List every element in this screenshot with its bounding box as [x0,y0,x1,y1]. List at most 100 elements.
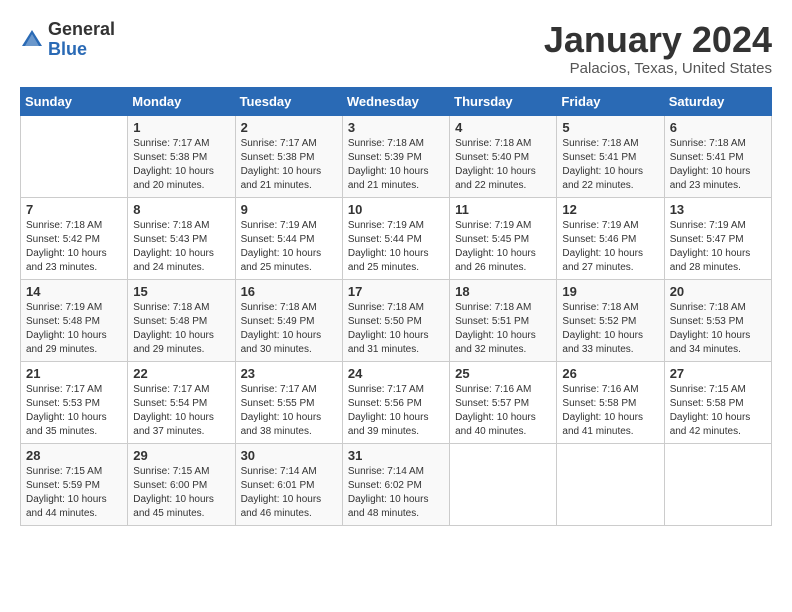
calendar-cell: 11Sunrise: 7:19 AM Sunset: 5:45 PM Dayli… [450,197,557,279]
day-number: 19 [562,284,658,299]
day-info: Sunrise: 7:17 AM Sunset: 5:53 PM Dayligh… [26,383,122,439]
day-info: Sunrise: 7:17 AM Sunset: 5:54 PM Dayligh… [133,383,229,439]
day-info: Sunrise: 7:19 AM Sunset: 5:47 PM Dayligh… [670,219,766,275]
calendar-cell: 10 Sunrise: 7:19 AM Sunset: 5:44 PM Dayli… [342,197,449,279]
calendar-cell: 4Sunrise: 7:18 AM Sunset: 5:40 PM Daylig… [450,115,557,197]
calendar-cell: 13Sunrise: 7:19 AM Sunset: 5:47 PM Dayli… [664,197,771,279]
day-info: Sunrise: 7:19 AM Sunset: 5:44 PM Dayligh… [348,219,444,275]
day-number: 28 [26,448,122,463]
calendar-cell: 12 Sunrise: 7:19 AM Sunset: 5:46 PM Dayli… [557,197,664,279]
calendar-week-row: 28 Sunrise: 7:15 AM Sunset: 5:59 PM Dayli… [21,443,772,525]
day-number: 22 [133,366,229,381]
calendar-cell: 21Sunrise: 7:17 AM Sunset: 5:53 PM Dayli… [21,361,128,443]
logo-general: General [48,19,115,39]
day-number: 27 [670,366,766,381]
weekday-header-monday: Monday [128,87,235,115]
weekday-header-sunday: Sunday [21,87,128,115]
day-info: Sunrise: 7:18 AM Sunset: 5:48 PM Dayligh… [133,301,229,357]
calendar-week-row: 14 Sunrise: 7:19 AM Sunset: 5:48 PM Dayli… [21,279,772,361]
day-number: 6 [670,120,766,135]
weekday-header-wednesday: Wednesday [342,87,449,115]
day-info: Sunrise: 7:18 AM Sunset: 5:52 PM Dayligh… [562,301,658,357]
day-info: Sunrise: 7:17 AM Sunset: 5:56 PM Dayligh… [348,383,444,439]
title-block: January 2024 Palacios, Texas, United Sta… [544,20,772,77]
calendar-subtitle: Palacios, Texas, United States [544,60,772,77]
day-info: Sunrise: 7:19 AM Sunset: 5:45 PM Dayligh… [455,219,551,275]
day-number: 26 [562,366,658,381]
day-number: 2 [241,120,337,135]
day-number: 5 [562,120,658,135]
calendar-cell: 31 Sunrise: 7:14 AM Sunset: 6:02 PM Dayli… [342,443,449,525]
calendar-cell [557,443,664,525]
day-number: 29 [133,448,229,463]
day-info: Sunrise: 7:17 AM Sunset: 5:55 PM Dayligh… [241,383,337,439]
weekday-header-tuesday: Tuesday [235,87,342,115]
day-number: 12 [562,202,658,217]
calendar-cell: 26 Sunrise: 7:16 AM Sunset: 5:58 PM Dayli… [557,361,664,443]
day-info: Sunrise: 7:18 AM Sunset: 5:51 PM Dayligh… [455,301,551,357]
day-info: Sunrise: 7:16 AM Sunset: 5:58 PM Dayligh… [562,383,658,439]
day-info: Sunrise: 7:14 AM Sunset: 6:02 PM Dayligh… [348,465,444,521]
day-info: Sunrise: 7:18 AM Sunset: 5:41 PM Dayligh… [562,137,658,193]
calendar-cell: 5 Sunrise: 7:18 AM Sunset: 5:41 PM Daylig… [557,115,664,197]
day-info: Sunrise: 7:15 AM Sunset: 5:58 PM Dayligh… [670,383,766,439]
calendar-title: January 2024 [544,20,772,60]
day-info: Sunrise: 7:15 AM Sunset: 5:59 PM Dayligh… [26,465,122,521]
page-header: General Blue January 2024 Palacios, Texa… [20,20,772,77]
day-number: 16 [241,284,337,299]
day-info: Sunrise: 7:17 AM Sunset: 5:38 PM Dayligh… [133,137,229,193]
calendar-cell [21,115,128,197]
calendar-week-row: 21Sunrise: 7:17 AM Sunset: 5:53 PM Dayli… [21,361,772,443]
day-number: 8 [133,202,229,217]
calendar-week-row: 1Sunrise: 7:17 AM Sunset: 5:38 PM Daylig… [21,115,772,197]
calendar-cell: 29 Sunrise: 7:15 AM Sunset: 6:00 PM Dayli… [128,443,235,525]
calendar-cell: 2Sunrise: 7:17 AM Sunset: 5:38 PM Daylig… [235,115,342,197]
logo: General Blue [20,20,115,60]
calendar-cell: 23Sunrise: 7:17 AM Sunset: 5:55 PM Dayli… [235,361,342,443]
calendar-cell [450,443,557,525]
calendar-cell: 14 Sunrise: 7:19 AM Sunset: 5:48 PM Dayli… [21,279,128,361]
day-number: 9 [241,202,337,217]
calendar-cell: 17 Sunrise: 7:18 AM Sunset: 5:50 PM Dayli… [342,279,449,361]
calendar-cell: 7Sunrise: 7:18 AM Sunset: 5:42 PM Daylig… [21,197,128,279]
day-info: Sunrise: 7:19 AM Sunset: 5:46 PM Dayligh… [562,219,658,275]
day-info: Sunrise: 7:15 AM Sunset: 6:00 PM Dayligh… [133,465,229,521]
day-number: 17 [348,284,444,299]
day-number: 3 [348,120,444,135]
calendar-cell: 27 Sunrise: 7:15 AM Sunset: 5:58 PM Dayli… [664,361,771,443]
calendar-cell: 19 Sunrise: 7:18 AM Sunset: 5:52 PM Dayli… [557,279,664,361]
calendar-cell: 28 Sunrise: 7:15 AM Sunset: 5:59 PM Dayli… [21,443,128,525]
day-number: 14 [26,284,122,299]
day-info: Sunrise: 7:18 AM Sunset: 5:39 PM Dayligh… [348,137,444,193]
day-number: 25 [455,366,551,381]
day-number: 10 [348,202,444,217]
weekday-header-saturday: Saturday [664,87,771,115]
weekday-header-row: SundayMondayTuesdayWednesdayThursdayFrid… [21,87,772,115]
day-number: 31 [348,448,444,463]
day-info: Sunrise: 7:18 AM Sunset: 5:49 PM Dayligh… [241,301,337,357]
day-number: 18 [455,284,551,299]
calendar-cell [664,443,771,525]
logo-text: General Blue [48,20,115,60]
day-info: Sunrise: 7:18 AM Sunset: 5:50 PM Dayligh… [348,301,444,357]
calendar-cell: 1Sunrise: 7:17 AM Sunset: 5:38 PM Daylig… [128,115,235,197]
calendar-cell: 9 Sunrise: 7:19 AM Sunset: 5:44 PM Daylig… [235,197,342,279]
day-info: Sunrise: 7:18 AM Sunset: 5:41 PM Dayligh… [670,137,766,193]
calendar-cell: 20Sunrise: 7:18 AM Sunset: 5:53 PM Dayli… [664,279,771,361]
calendar-cell: 8 Sunrise: 7:18 AM Sunset: 5:43 PM Daylig… [128,197,235,279]
calendar-cell: 22 Sunrise: 7:17 AM Sunset: 5:54 PM Dayli… [128,361,235,443]
day-info: Sunrise: 7:19 AM Sunset: 5:48 PM Dayligh… [26,301,122,357]
day-number: 30 [241,448,337,463]
day-info: Sunrise: 7:18 AM Sunset: 5:43 PM Dayligh… [133,219,229,275]
day-number: 24 [348,366,444,381]
calendar-cell: 24 Sunrise: 7:17 AM Sunset: 5:56 PM Dayli… [342,361,449,443]
day-info: Sunrise: 7:18 AM Sunset: 5:53 PM Dayligh… [670,301,766,357]
calendar-cell: 3 Sunrise: 7:18 AM Sunset: 5:39 PM Daylig… [342,115,449,197]
logo-icon [20,28,44,52]
weekday-header-thursday: Thursday [450,87,557,115]
calendar-cell: 15Sunrise: 7:18 AM Sunset: 5:48 PM Dayli… [128,279,235,361]
calendar-table: SundayMondayTuesdayWednesdayThursdayFrid… [20,87,772,526]
day-info: Sunrise: 7:19 AM Sunset: 5:44 PM Dayligh… [241,219,337,275]
calendar-cell: 18 Sunrise: 7:18 AM Sunset: 5:51 PM Dayli… [450,279,557,361]
calendar-week-row: 7Sunrise: 7:18 AM Sunset: 5:42 PM Daylig… [21,197,772,279]
